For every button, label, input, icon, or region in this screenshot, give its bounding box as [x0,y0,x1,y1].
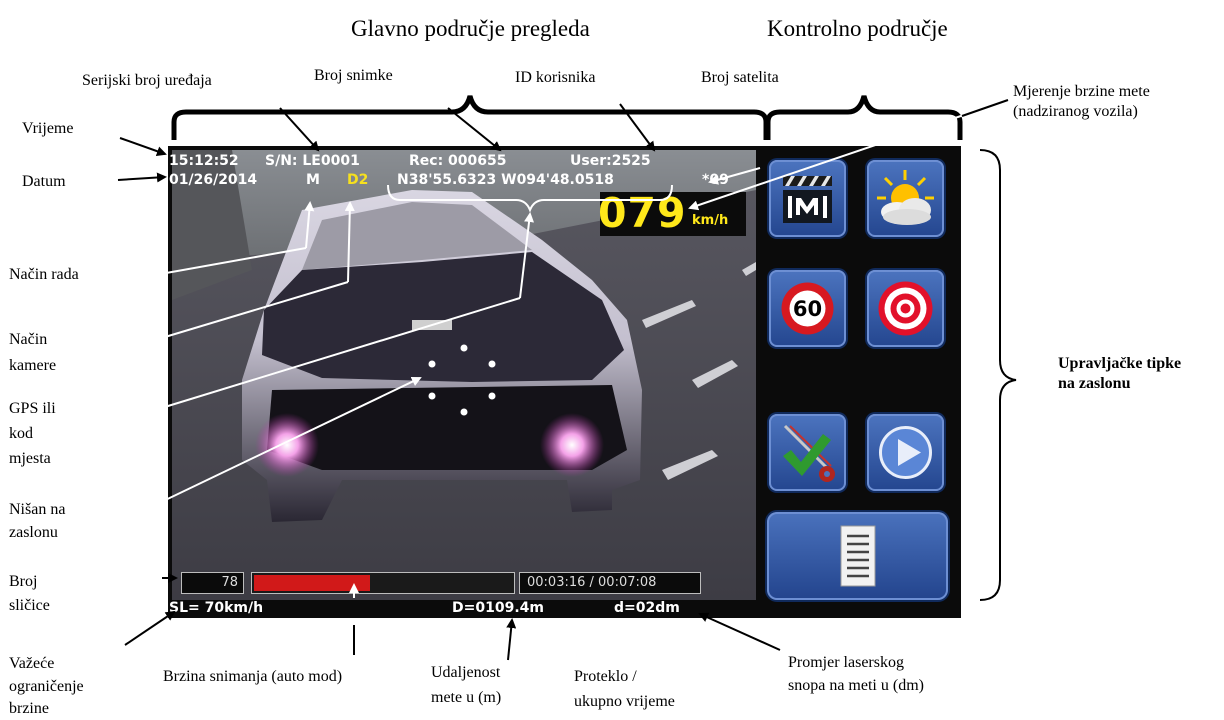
label-beam-line2: snopa na meti u (dm) [788,677,924,694]
zoom-tool-button[interactable] [769,160,846,237]
check-settings-button[interactable] [769,414,846,491]
speed-limit-sign-text: 60 [793,297,822,321]
bracket-main-view [171,95,769,140]
label-record-number: Broj snimke [314,67,393,84]
label-crosshair-line1: Nišan na [9,501,66,518]
label-gps-line3: mjesta [9,450,51,467]
hud-mode: M [306,172,320,188]
label-target-speed-line2: (nadziranog vozila) [1013,103,1138,120]
menu-list-icon [840,525,876,587]
target-speed-value: 079 [598,189,687,237]
label-satellite-count: Broj satelita [701,69,779,86]
label-time: Vrijeme [22,120,74,137]
speed-limit-button[interactable]: 60 [769,270,846,347]
hud-serial: S/N: LE0001 [265,153,360,169]
speed-limit-sign-icon: 60 [781,282,834,335]
weather-icon [877,170,934,225]
label-operating-mode: Način rada [9,266,79,283]
label-frame-count-line1: Broj [9,573,38,590]
recording-progress-fill [254,575,370,591]
label-camera-mode-line1: Način [9,331,48,348]
frame-counter: 78 [181,572,244,594]
control-area-header: Kontrolno područje [767,16,948,41]
label-speed-limit-line1: Važeće [9,655,55,672]
hud-user: User:2525 [570,153,651,169]
menu-button[interactable] [767,512,948,600]
weather-button[interactable] [867,160,944,237]
hud-beam-diameter: d=02dm [614,600,680,616]
target-button[interactable] [867,270,944,347]
target-speed-unit: km/h [692,213,729,228]
elapsed-time-box: 00:03:16 / 00:07:08 [519,572,701,594]
label-gps-line1: GPS ili [9,400,56,417]
label-target-speed-line1: Mjerenje brzine mete [1013,83,1150,100]
hud-record: Rec: 000655 [409,153,507,169]
label-elapsed-line1: Proteklo / [574,668,637,685]
label-crosshair-line2: zaslonu [9,524,58,541]
frame-number: 78 [221,575,238,590]
hud-speed-limit: SL= 70km/h [169,600,264,616]
hud-satellites: *09 [702,172,729,188]
label-serial-number: Serijski broj uređaja [82,72,212,89]
label-user-id: ID korisnika [515,69,596,86]
label-elapsed-line2: ukupno vrijeme [574,693,675,710]
bracket-control-buttons [979,149,1017,601]
bracket-control-area [765,95,963,140]
label-distance-line2: mete u (m) [431,689,502,706]
label-frame-count-line2: sličice [9,597,50,614]
label-buttons-line1: Upravljačke tipke [1058,355,1182,372]
label-distance-line1: Udaljenost [431,664,501,681]
label-speed-limit-line2: ograničenje [9,678,84,695]
label-gps-line2: kod [9,425,33,442]
elapsed-total-time: 00:03:16 / 00:07:08 [527,575,657,590]
target-icon [878,281,933,336]
label-beam-line1: Promjer laserskog [788,654,904,671]
label-recording-speed: Brzina snimanja (auto mod) [163,668,343,685]
check-settings-icon [783,424,835,482]
hud-distance: D=0109.4m [452,600,544,616]
label-date: Datum [22,173,66,190]
recording-progress-bar[interactable] [251,572,515,594]
label-buttons-line2: na zaslonu [1058,375,1131,392]
main-view-area-header: Glavno područje pregleda [351,16,590,41]
hud-time: 15:12:52 [169,153,239,169]
hud-camera-mode: D2 [347,172,369,188]
play-button[interactable] [867,414,944,491]
play-icon [879,426,932,479]
zoom-tool-icon [783,176,832,223]
label-camera-mode-line2: kamere [9,357,57,374]
label-speed-limit-line3: brzine [9,700,49,717]
hud-date: 01/26/2014 [169,172,258,188]
hud-gps: N38'55.6323 W094'48.0518 [397,172,614,188]
